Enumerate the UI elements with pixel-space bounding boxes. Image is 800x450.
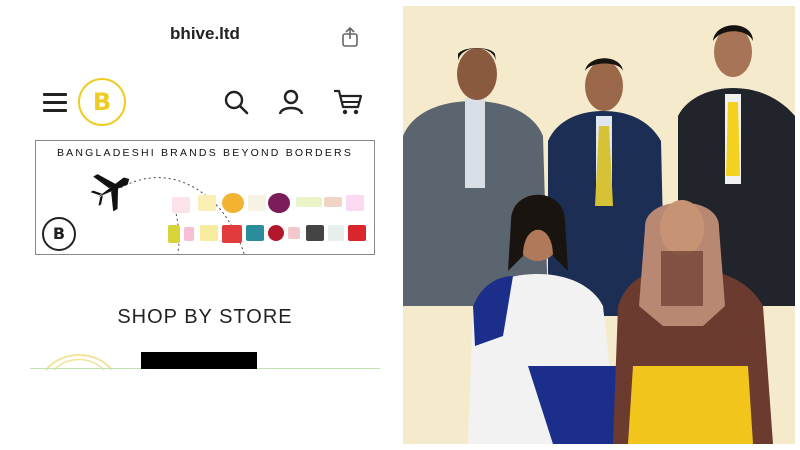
logo-letter: B [92, 88, 112, 116]
brand-logo[interactable] [172, 197, 190, 213]
brand-logo[interactable] [288, 227, 300, 239]
team-photo-art [403, 6, 795, 444]
decorative-arc [45, 354, 113, 371]
search-icon[interactable] [222, 88, 250, 116]
cart-icon[interactable] [333, 88, 363, 116]
banner-title: BANGLADESHI BRANDS BEYOND BORDERS [56, 147, 354, 159]
brand-logo[interactable] [248, 195, 266, 211]
brand-logo[interactable] [200, 225, 218, 241]
brand-logo[interactable] [348, 225, 366, 241]
brand-logo[interactable] [328, 225, 344, 241]
share-icon[interactable] [340, 26, 360, 48]
brand-logo[interactable] [184, 227, 194, 241]
brand-logo[interactable] [222, 193, 244, 213]
menu-icon[interactable] [43, 93, 67, 113]
brand-logo[interactable] [168, 225, 180, 243]
carousel-indicator[interactable] [141, 352, 257, 369]
section-title: SHOP BY STORE [117, 306, 293, 328]
brand-logo[interactable] [246, 225, 264, 241]
browser-address-bar: bhive.ltd [0, 0, 395, 62]
brand-logo[interactable] [296, 197, 322, 207]
brand-logo-grid [164, 193, 369, 253]
team-photo [403, 6, 795, 444]
brand-logo[interactable] [346, 195, 364, 211]
brand-logo[interactable] [324, 197, 342, 207]
brand-logo[interactable] [268, 193, 290, 213]
phone-screen: bhive.ltd B BANGLADESHI BRANDS BEYOND BO… [0, 0, 395, 450]
brand-logo[interactable] [198, 195, 216, 211]
brand-logo[interactable] [306, 225, 324, 241]
brand-logo[interactable] [222, 225, 242, 243]
promo-banner[interactable]: BANGLADESHI BRANDS BEYOND BORDERS B [35, 140, 375, 255]
user-icon[interactable] [277, 88, 305, 116]
site-logo[interactable]: B [78, 78, 126, 126]
brand-logo[interactable] [268, 225, 284, 241]
banner-logo: B [42, 217, 76, 251]
